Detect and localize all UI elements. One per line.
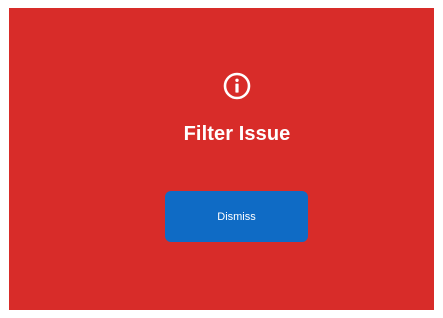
info-icon: [222, 71, 252, 101]
alert-panel: [9, 8, 434, 310]
dismiss-button[interactable]: Dismiss: [165, 191, 308, 242]
dialog-title: Filter Issue: [183, 123, 291, 145]
screen: Filter Issue Dismiss: [0, 0, 443, 318]
